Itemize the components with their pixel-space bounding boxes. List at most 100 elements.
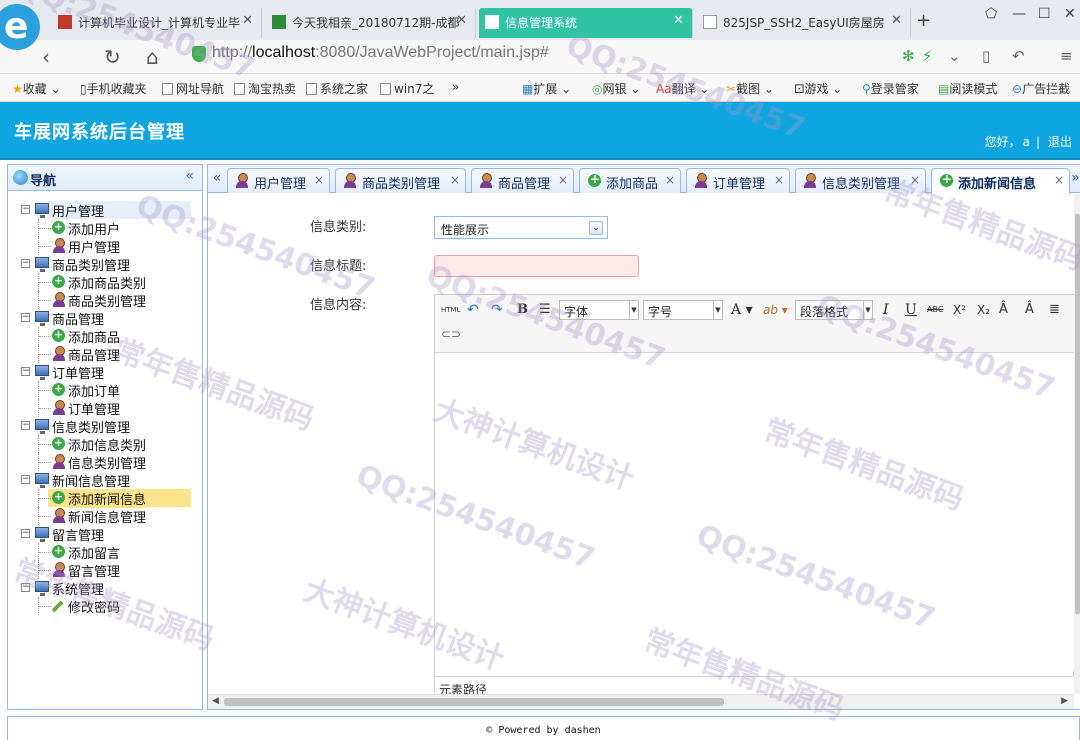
link-icon[interactable]: ⊂⊃ — [441, 324, 461, 344]
remove-format-icon[interactable]: ☰ — [539, 300, 551, 320]
nav-item[interactable]: 商品管理 — [8, 345, 202, 364]
browser-tab[interactable]: 今天我相亲_20180712期-成都 ✕ — [266, 8, 476, 38]
content-tab[interactable]: 用户管理 × — [227, 168, 330, 193]
reload-icon[interactable]: ↻ — [104, 45, 121, 69]
back-icon[interactable]: ‹ — [42, 45, 50, 69]
nav-item[interactable]: + 添加商品类别 — [8, 273, 202, 292]
close-icon[interactable]: × — [450, 173, 460, 187]
html-source-button[interactable]: HTML — [441, 300, 460, 320]
font-shrink-icon[interactable]: Â — [999, 300, 1008, 320]
nav-item[interactable]: 用户管理 — [8, 237, 202, 256]
underline-button[interactable]: U — [905, 300, 917, 320]
bookmark-item[interactable]: 系统之家 — [306, 80, 368, 97]
bookmark-item[interactable]: 网址导航 — [162, 80, 224, 97]
font-size-select[interactable]: 字号 ▼ — [643, 300, 723, 320]
collapse-toggle-icon[interactable]: − — [21, 583, 30, 592]
bookmark-item[interactable]: win7之 — [380, 80, 434, 97]
logout-link[interactable]: 退出 — [1048, 135, 1072, 149]
browser-tab[interactable]: 825JSP_SSH2_EasyUI房屋房 ✕ — [697, 8, 911, 38]
content-tab[interactable]: 信息类别管理 × — [795, 168, 926, 193]
collapse-toggle-icon[interactable]: − — [21, 529, 30, 538]
home-icon[interactable]: ⌂ — [146, 45, 159, 69]
nav-item[interactable]: 修改密码 — [8, 597, 202, 616]
superscript-button[interactable]: X² — [953, 300, 966, 320]
login-manager-button[interactable]: ⚲登录管家 — [862, 80, 919, 97]
close-icon[interactable]: × — [910, 173, 920, 187]
vertical-scrollbar[interactable] — [1074, 194, 1080, 694]
bookmark-favorites[interactable]: ★收藏 ⌄ — [12, 80, 61, 97]
nav-group[interactable]: − 订单管理 — [8, 363, 202, 382]
font-grow-icon[interactable]: Â — [1025, 300, 1034, 320]
redo-icon[interactable]: ↷ — [491, 300, 503, 320]
nav-group[interactable]: − 系统管理 — [8, 579, 202, 598]
close-icon[interactable]: ✕ — [673, 13, 684, 28]
strikethrough-button[interactable]: ABC — [927, 300, 943, 320]
bookmark-item[interactable]: 淘宝热卖 — [234, 80, 296, 97]
translate-button[interactable]: Aa翻译 ⌄ — [656, 80, 709, 97]
horizontal-scrollbar[interactable]: ◀ ▶ — [208, 694, 1074, 709]
speed-icon[interactable]: ✻ — [902, 47, 915, 65]
phone-icon[interactable]: ▯ — [982, 47, 990, 65]
collapse-toggle-icon[interactable]: − — [21, 313, 30, 322]
close-icon[interactable]: × — [558, 173, 568, 187]
nav-item[interactable]: 商品类别管理 — [8, 291, 202, 310]
minimize-icon[interactable]: — — [1012, 6, 1026, 22]
nav-group[interactable]: − 商品类别管理 — [8, 255, 202, 274]
font-family-select[interactable]: 字体 ▼ — [559, 300, 639, 320]
content-tab[interactable]: 添加新闻信息 × — [931, 168, 1070, 194]
close-icon[interactable]: × — [1054, 173, 1064, 187]
maximize-icon[interactable]: ☐ — [1038, 6, 1051, 22]
collapse-icon[interactable]: « — [185, 168, 194, 184]
nav-group[interactable]: − 用户管理 — [8, 201, 202, 220]
close-icon[interactable]: × — [314, 173, 324, 187]
browser-tab-active[interactable]: 信息管理系统 ✕ — [479, 8, 693, 38]
highlight-button[interactable]: ab ▾ — [763, 300, 788, 320]
collapse-toggle-icon[interactable]: − — [21, 367, 30, 376]
url-field[interactable]: http://localhost:8080/JavaWebProject/mai… — [212, 44, 549, 62]
category-select[interactable]: 性能展示 ⌄ — [434, 216, 608, 239]
content-tab[interactable]: 订单管理 × — [686, 168, 790, 193]
undo-icon[interactable]: ↶ — [1012, 47, 1025, 65]
bold-button[interactable]: B — [517, 300, 528, 320]
bank-button[interactable]: ◎网银 ⌄ — [592, 80, 640, 97]
nav-item[interactable]: 信息类别管理 — [8, 453, 202, 472]
skin-icon[interactable]: ⬠ — [985, 6, 997, 22]
close-icon[interactable]: ✕ — [242, 13, 253, 28]
dropdown-icon[interactable]: ⌄ — [948, 47, 961, 65]
extensions-button[interactable]: ▦扩展 ⌄ — [522, 80, 571, 97]
nav-item[interactable]: + 添加用户 — [8, 219, 202, 238]
collapse-toggle-icon[interactable]: − — [21, 421, 30, 430]
lightning-icon[interactable]: ⚡ — [922, 47, 933, 65]
browser-tab[interactable]: 计算机毕业设计_计算机专业毕 ✕ — [52, 8, 262, 38]
content-tab[interactable]: 商品类别管理 × — [335, 168, 466, 193]
bookmark-item[interactable]: ▯手机收藏夹 — [80, 80, 147, 97]
scroll-right-icon[interactable]: » — [1070, 166, 1080, 192]
subscript-button[interactable]: X₂ — [977, 300, 990, 320]
nav-group[interactable]: − 信息类别管理 — [8, 417, 202, 436]
menu-icon[interactable]: ≡ — [1060, 47, 1073, 65]
close-icon[interactable]: ✕ — [456, 13, 467, 28]
collapse-toggle-icon[interactable]: − — [21, 205, 30, 214]
nav-item[interactable]: + 添加订单 — [8, 381, 202, 400]
close-icon[interactable]: ✕ — [891, 13, 902, 28]
game-button[interactable]: ⚀游戏 ⌄ — [794, 80, 842, 97]
bookmark-more[interactable]: » — [452, 80, 459, 94]
nav-group[interactable]: − 新闻信息管理 — [8, 471, 202, 490]
content-tab[interactable]: 添加商品 × — [579, 168, 681, 193]
nav-group[interactable]: − 留言管理 — [8, 525, 202, 544]
collapse-toggle-icon[interactable]: − — [21, 475, 30, 484]
nav-group[interactable]: − 商品管理 — [8, 309, 202, 328]
nav-item[interactable]: 新闻信息管理 — [8, 507, 202, 526]
nav-item[interactable]: + 添加新闻信息 — [8, 489, 202, 508]
nav-item[interactable]: 订单管理 — [8, 399, 202, 418]
scroll-right-arrow-icon[interactable]: ▶ — [1061, 696, 1068, 706]
nav-item[interactable]: + 添加信息类别 — [8, 435, 202, 454]
close-icon[interactable]: × — [774, 173, 784, 187]
editor-body[interactable] — [435, 353, 1075, 671]
new-tab-icon[interactable]: + — [916, 10, 931, 31]
content-tab[interactable]: 商品管理 × — [471, 168, 574, 193]
window-close-icon[interactable]: ✕ — [1064, 6, 1076, 22]
adblock-button[interactable]: ⊖广告拦截 — [1012, 80, 1070, 97]
nav-item[interactable]: + 添加留言 — [8, 543, 202, 562]
align-icon[interactable]: ≣ — [1049, 300, 1060, 320]
